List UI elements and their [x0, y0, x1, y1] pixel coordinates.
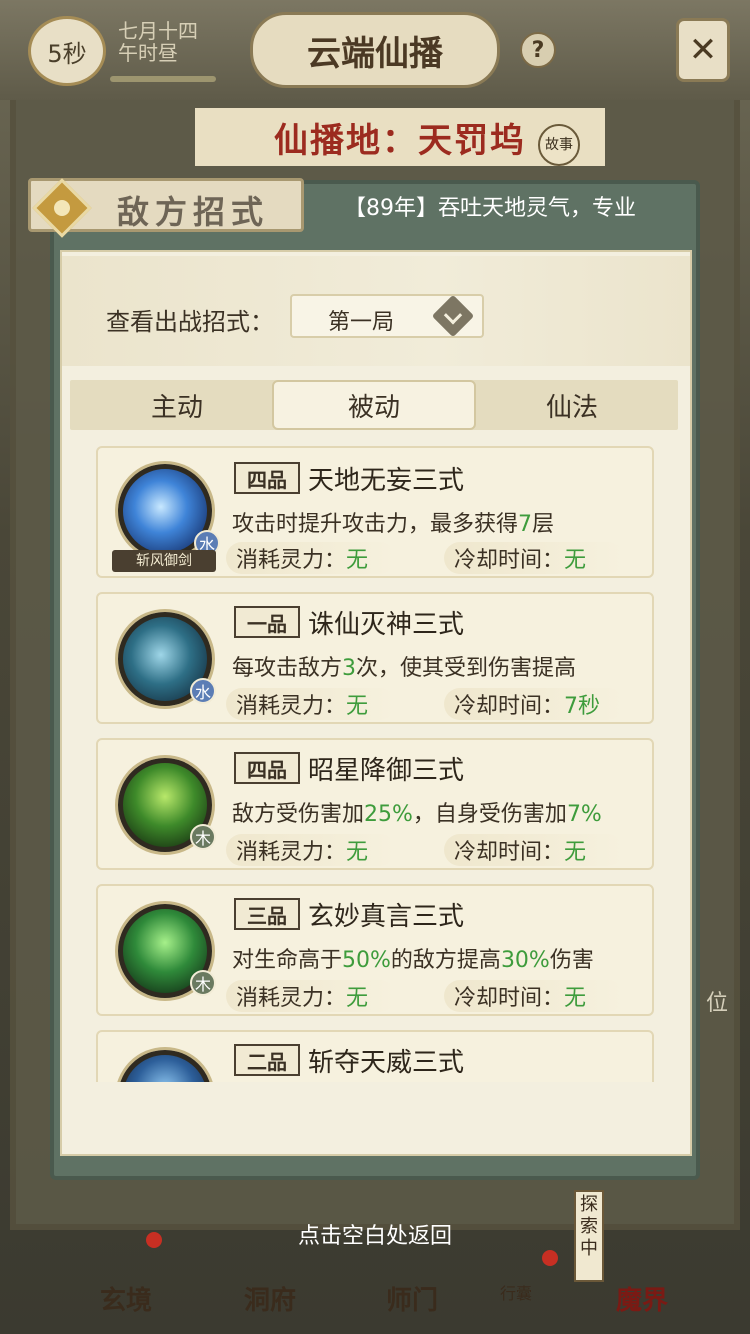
skill-card[interactable]: 水 斩风御剑 四品 天地无妄三式 攻击时提升攻击力，最多获得7层 消耗灵力：无 … [96, 446, 654, 578]
tab-active[interactable]: 主动 [70, 380, 284, 430]
timer-badge: 5秒 [28, 16, 106, 86]
help-button[interactable]: ? [520, 32, 556, 68]
cooldown-label: 冷却时间： [454, 986, 565, 1011]
desc-value: 3 [342, 656, 357, 681]
mana-value: 无 [346, 548, 369, 573]
bottom-nav: 玄境 洞府 师门 魔界 [0, 1232, 750, 1334]
nav-shimen[interactable]: 师门 [386, 1280, 438, 1317]
desc-text: ，自身受伤害加 [412, 802, 567, 827]
skill-description: 敌方受伤害加25%，自身受伤害加7% [232, 796, 602, 828]
element-wood-badge: 木 [190, 970, 216, 996]
tab-spell[interactable]: 仙法 [466, 380, 678, 430]
grade-tag: 三品 [234, 898, 300, 930]
mana-value: 无 [346, 694, 369, 719]
bell-icon [32, 178, 92, 238]
page-title: 云端仙播 [250, 12, 500, 88]
cooldown-value: 无 [564, 548, 587, 573]
skill-icon-caption: 斩风御剑 [112, 550, 216, 572]
cooldown: 冷却时间： 7秒 [444, 688, 624, 720]
skill-name: 斩夺天威三式 [308, 1048, 465, 1078]
grade-tag: 四品 [234, 462, 300, 494]
skill-name: 玄妙真言三式 [308, 902, 465, 932]
skill-card[interactable]: 二品 斩夺天威三式 [96, 1030, 654, 1082]
mana-value: 无 [346, 986, 369, 1011]
desc-value: 30% [500, 948, 550, 973]
mana-value: 无 [346, 840, 369, 865]
mana-cost: 消耗灵力：无 [226, 688, 396, 720]
desc-text: 次，使其受到伤害提高 [356, 656, 577, 681]
desc-value: 50% [342, 948, 391, 973]
dialog-header: 敌方招式 【89年】吞吐天地灵气，专业 [28, 178, 718, 238]
desc-text: 的敌方提高 [390, 948, 501, 973]
notification-dot [146, 1232, 162, 1248]
mana-cost: 消耗灵力：无 [226, 834, 396, 866]
grade-tag: 四品 [234, 752, 300, 784]
desc-text: 伤害 [549, 948, 594, 973]
element-wood-badge: 木 [190, 824, 216, 850]
desc-text: 敌方受伤害加 [232, 802, 365, 827]
grade-tag: 一品 [234, 606, 300, 638]
skill-card[interactable]: 木 三品 玄妙真言三式 对生命高于50%的敌方提高30%伤害 消耗灵力：无 冷却… [96, 884, 654, 1016]
marquee-text: 【89年】吞吐天地灵气，专业 [344, 196, 636, 221]
skill-type-tabs: 主动 被动 仙法 [70, 380, 678, 430]
dialog-title: 敌方招式 [117, 193, 270, 231]
skill-description: 每攻击敌方3次，使其受到伤害提高 [232, 650, 576, 682]
skill-list[interactable]: 水 斩风御剑 四品 天地无妄三式 攻击时提升攻击力，最多获得7层 消耗灵力：无 … [86, 440, 666, 1082]
filter-label: 查看出战招式： [106, 308, 274, 336]
desc-value: 7% [566, 802, 602, 827]
notification-dot [542, 1250, 558, 1266]
cooldown-value: 7秒 [564, 694, 601, 719]
desc-value: 7 [518, 512, 533, 537]
side-label: 位 [706, 991, 729, 1016]
mana-label: 消耗灵力： [236, 694, 347, 719]
chevron-down-icon [431, 294, 475, 338]
date-line-2: 午时昼 [118, 41, 178, 65]
mana-label: 消耗灵力： [236, 986, 347, 1011]
nav-dongfu[interactable]: 洞府 [244, 1280, 296, 1317]
skill-name: 诛仙灭神三式 [308, 610, 465, 640]
bag-button[interactable]: 行囊 [500, 1280, 532, 1304]
dialog-title-plate: 敌方招式 [28, 178, 304, 238]
desc-text: 攻击时提升攻击力，最多获得 [232, 512, 519, 537]
cooldown: 冷却时间：无 [444, 542, 624, 574]
tab-passive[interactable]: 被动 [272, 380, 476, 430]
explore-status[interactable]: 探索中 [574, 1190, 604, 1282]
skill-card[interactable]: 水 一品 诛仙灭神三式 每攻击敌方3次，使其受到伤害提高 消耗灵力：无 冷却时间… [96, 592, 654, 724]
time-progress-bar [110, 76, 216, 82]
game-date: 七月十四 午时昼 [118, 20, 198, 64]
story-button[interactable]: 故事 [538, 124, 580, 166]
mana-label: 消耗灵力： [236, 840, 347, 865]
blue-warrior-icon [118, 1050, 212, 1082]
desc-text: 层 [532, 512, 555, 537]
cooldown: 冷却时间：无 [444, 980, 624, 1012]
cooldown-label: 冷却时间： [454, 694, 565, 719]
mana-label: 消耗灵力： [236, 548, 347, 573]
skill-name: 昭星降御三式 [308, 756, 465, 786]
element-water-badge: 水 [190, 678, 216, 704]
date-line-1: 七月十四 [118, 19, 198, 43]
desc-text: 每攻击敌方 [232, 656, 343, 681]
nav-mojie[interactable]: 魔界 [616, 1280, 668, 1317]
top-bar: 5秒 七月十四 午时昼 云端仙播 ? ✕ [0, 0, 750, 100]
cooldown-value: 无 [564, 840, 587, 865]
round-select-value: 第一局 [328, 310, 395, 335]
cooldown-label: 冷却时间： [454, 548, 565, 573]
cooldown-label: 冷却时间： [454, 840, 565, 865]
skill-name: 天地无妄三式 [308, 466, 465, 496]
skill-card[interactable]: 木 四品 昭星降御三式 敌方受伤害加25%，自身受伤害加7% 消耗灵力：无 冷却… [96, 738, 654, 870]
skill-description: 攻击时提升攻击力，最多获得7层 [232, 506, 554, 538]
skill-description: 对生命高于50%的敌方提高30%伤害 [232, 942, 594, 974]
close-button[interactable]: ✕ [676, 18, 730, 82]
cooldown-value: 无 [564, 986, 587, 1011]
nav-xuanjing[interactable]: 玄境 [100, 1280, 152, 1317]
desc-value: 25% [364, 802, 413, 827]
mana-cost: 消耗灵力：无 [226, 980, 396, 1012]
cooldown: 冷却时间：无 [444, 834, 624, 866]
desc-text: 对生命高于 [232, 948, 343, 973]
mana-cost: 消耗灵力：无 [226, 542, 396, 574]
grade-tag: 二品 [234, 1044, 300, 1076]
round-select[interactable]: 第一局 [290, 294, 484, 338]
